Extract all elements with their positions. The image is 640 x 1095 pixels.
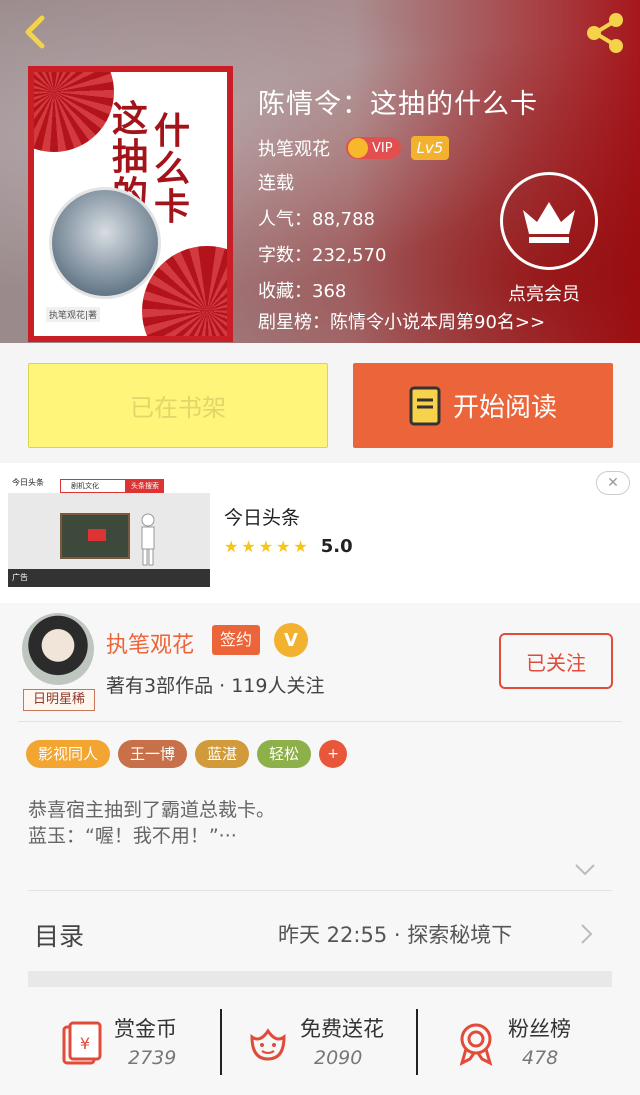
ad-logo: 今日头条 [12,478,44,487]
vip-member-button[interactable] [500,172,598,270]
vip-label: VIP [372,140,393,156]
start-reading-label: 开始阅读 [452,393,557,423]
star-icon: ★ [241,537,256,556]
ad-label: 广告 [8,569,210,587]
toc-label[interactable]: 目录 [34,917,84,953]
book-description[interactable]: 恭喜宿主抽到了霸道总裁卡。 蓝玉：“喔！我不用！”··· [28,797,275,849]
action-label: 赏金币 [114,1017,177,1041]
tag-item[interactable]: 王一博 [118,740,188,768]
popularity: 人气：88,788 [258,209,375,230]
book-icon [409,386,441,425]
book-title: 陈情令：这抽的什么卡 [258,89,538,120]
avatar-badge: 日明星稀 [23,689,95,711]
verified-v-icon: V [274,623,308,657]
chevron-down-icon[interactable] [574,863,596,877]
ad-rating-value: 5.0 [320,536,353,557]
cover-fan-decoration [34,72,114,152]
latest-chapter[interactable]: 昨天 22:55 · 探索秘境下 [278,919,512,949]
author-card: 日明星稀 执笔观花 签约 V 著有3部作品 · 119人关注 已关注 影视同人 … [0,603,640,1095]
ad-search-button: 头条搜索 [126,479,164,493]
on-shelf-button[interactable]: 已在书架 [28,363,328,448]
author-row: 执笔观花 VIP Lv5 [258,135,538,161]
tag-item[interactable]: 轻松 [257,740,312,768]
book-author[interactable]: 执笔观花 [258,135,330,161]
advertisement[interactable]: 今日头条 剧机文化 头条搜索 广告 今日头条 ★ ★ ★ ★ ★ 5.0 ✕ [0,463,640,603]
action-label: 粉丝榜 [508,1017,571,1041]
star-icon: ★ [258,537,274,556]
svg-text:¥: ¥ [80,1034,90,1053]
crown-icon [348,138,368,158]
flower-icon [250,1028,286,1061]
divider [28,890,612,891]
author-stats: 著有3部作品 · 119人关注 [106,675,325,697]
author-name[interactable]: 执笔观花 [106,627,194,659]
book-header: 这抽的 什么卡 执笔观花|著 陈情令：这抽的什么卡 执笔观花 VIP Lv5 连… [0,0,640,343]
add-tag-button[interactable]: + [319,740,348,768]
action-buttons: 已在书架 开始阅读 [0,343,640,463]
fan-ranking-button[interactable]: 粉丝榜 478 [452,1003,602,1083]
reward-coins-button[interactable]: ¥ 赏金币 2739 [58,1003,198,1083]
cover-author-stamp: 执笔观花|著 [46,307,101,322]
divider [220,1009,222,1075]
action-count: 478 [522,1047,559,1069]
ad-blackboard [60,513,130,559]
vip-badge: VIP [346,137,401,159]
vip-member-label[interactable]: 点亮会员 [508,280,580,306]
ad-title[interactable]: 今日头条 [224,503,300,530]
follow-button[interactable]: 已关注 [499,633,613,689]
rank-link[interactable]: 剧星榜：陈情令小说本周第90名>> [258,308,545,334]
cover-illustration [49,187,161,299]
action-count: 2090 [314,1047,363,1069]
divider [416,1009,418,1075]
book-info: 陈情令：这抽的什么卡 执笔观花 VIP Lv5 连载 人气：88,788 字数：… [258,82,538,305]
star-icon: ★ [224,537,239,556]
bottom-actions: ¥ 赏金币 2739 免费送花 2090 粉丝榜 478 [0,1003,640,1083]
start-reading-button[interactable]: 开始阅读 [353,363,613,448]
ad-person-figure [141,513,155,566]
signed-tag: 签约 [212,625,261,655]
share-icon[interactable] [582,10,628,56]
collections: 收藏：368 [258,281,347,302]
action-count: 2739 [128,1047,177,1069]
ribbon-medal-icon [459,1023,493,1066]
section-separator [28,971,612,987]
back-arrow-icon[interactable] [16,12,56,52]
tag-item[interactable]: 影视同人 [26,740,111,768]
serial-status: 连载 [258,173,294,194]
word-count: 字数：232,570 [258,245,387,266]
divider [18,721,622,722]
chevron-right-icon[interactable] [580,923,594,945]
cover-title: 什么卡 [154,110,191,228]
level-badge: Lv5 [410,136,450,160]
book-cover[interactable]: 这抽的 什么卡 执笔观花|著 [28,66,233,342]
ad-close-button[interactable]: ✕ [596,471,630,495]
author-avatar[interactable] [22,613,94,685]
ad-rating-row: ★ ★ ★ ★ ★ 5.0 [224,536,353,557]
star-icon: ★ [293,537,308,556]
star-icon: ★ [276,537,291,556]
ad-image[interactable]: 今日头条 剧机文化 头条搜索 广告 [8,473,210,587]
red-envelope-icon: ¥ [62,1021,102,1065]
ad-search-box: 剧机文化 [60,479,126,493]
crown-icon [523,202,575,243]
tag-list: 影视同人 王一博 蓝湛 轻松 + [26,740,355,768]
tag-item[interactable]: 蓝湛 [195,740,250,768]
action-label: 免费送花 [300,1017,384,1041]
free-flower-button[interactable]: 免费送花 2090 [244,1003,404,1083]
